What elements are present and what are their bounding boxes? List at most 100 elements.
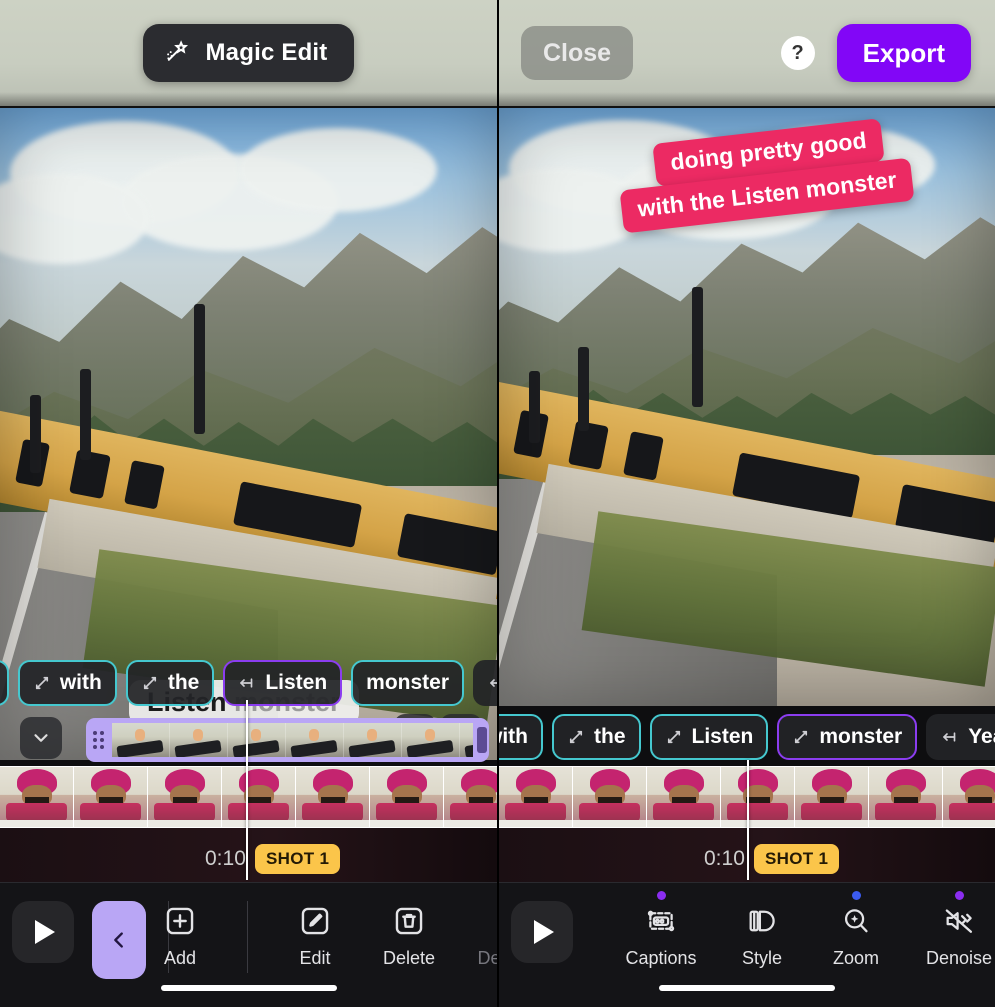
style-palette-icon	[745, 901, 779, 941]
expand-arrows-icon	[33, 674, 51, 692]
word-chip-selected[interactable]: Listen	[223, 660, 343, 706]
play-icon	[35, 920, 55, 944]
return-left-icon	[238, 674, 256, 692]
tool-edit[interactable]: Edit	[272, 901, 358, 969]
home-indicator	[659, 985, 835, 991]
filmstrip-frame	[721, 767, 795, 827]
trim-handle[interactable]	[477, 727, 487, 753]
filmstrip-frame	[0, 767, 74, 827]
tool-delete[interactable]: Delete	[366, 901, 452, 969]
filmstrip-frame	[148, 767, 222, 827]
word-chip[interactable]: d	[0, 660, 9, 706]
word-chip-label: with	[59, 671, 102, 694]
playhead[interactable]	[246, 700, 248, 880]
left-panel: Magic Edit with the Listen monster 0:10 …	[0, 0, 497, 1007]
tool-label: Captions	[625, 948, 697, 968]
right-video-preview[interactable]: doing pretty good with the Listen monste…	[499, 108, 995, 706]
filmstrip-frame	[370, 767, 444, 827]
filmstrip-frame	[296, 767, 370, 827]
tool-style[interactable]: Style	[719, 901, 805, 969]
word-chip-label: Listen	[265, 671, 328, 694]
right-word-chip-row[interactable]: with the Listen monster	[499, 711, 995, 763]
word-chip-label: with	[499, 725, 528, 748]
word-chip[interactable]: with	[17, 660, 117, 706]
play-icon	[534, 920, 554, 944]
tool-denoise[interactable]: Denoise	[907, 891, 995, 969]
shot-badge[interactable]: SHOT 1	[255, 844, 341, 874]
toolbar-divider	[247, 901, 248, 973]
home-indicator	[160, 985, 337, 991]
left-header: Magic Edit	[0, 0, 497, 108]
filmstrip-frame	[943, 767, 995, 827]
tool-label: Edit	[299, 948, 331, 968]
magic-edit-label: Magic Edit	[205, 39, 328, 66]
word-chip-label: monster	[819, 725, 903, 748]
plus-square-icon	[163, 901, 197, 941]
tool-label: Style	[741, 948, 783, 968]
help-label: ?	[791, 41, 804, 64]
tool-label: Denoise	[925, 948, 993, 968]
media-clip-strip[interactable]	[86, 718, 489, 762]
word-chip[interactable]: the	[125, 660, 215, 706]
timecode: 0:10	[704, 847, 745, 870]
magic-wand-icon	[163, 39, 191, 67]
word-chip[interactable]: Yeah,	[926, 714, 995, 760]
word-chip-label: monster	[366, 671, 450, 694]
word-chip-label: Yeah,	[968, 725, 995, 748]
tool-label: Add	[163, 948, 197, 968]
expand-arrows-icon	[567, 728, 585, 746]
tool-captions[interactable]: Captions	[611, 891, 711, 969]
timecode: 0:10	[205, 847, 246, 870]
left-filmstrip[interactable]	[0, 766, 497, 828]
filmstrip-frame	[795, 767, 869, 827]
help-icon[interactable]: ?	[780, 36, 815, 70]
word-chip[interactable]: Listen	[649, 714, 769, 760]
zoom-magnifier-icon	[839, 901, 873, 941]
word-chip-selected[interactable]: monster	[777, 714, 918, 760]
export-button[interactable]: Export	[836, 24, 971, 82]
play-button[interactable]	[12, 901, 74, 963]
tool-zoom[interactable]: Zoom	[813, 891, 899, 969]
word-chip[interactable]: with	[499, 714, 543, 760]
right-panel: Close ? Export doing pretty good with th…	[497, 0, 995, 1007]
tool-label: Delete all	[477, 948, 497, 968]
left-time-row[interactable]: 0:10 SHOT 1	[0, 828, 497, 890]
right-bottom-toolbar: Captions Style Zoom Denoise	[499, 882, 995, 1007]
playhead[interactable]	[747, 760, 749, 880]
tool-label: Zoom	[832, 948, 879, 968]
chevron-left-icon	[108, 929, 130, 951]
trash-square-icon	[392, 901, 426, 941]
tool-delete-all[interactable]: Delete all	[460, 901, 497, 969]
filmstrip-frame	[222, 767, 296, 827]
filmstrip-frame	[74, 767, 148, 827]
word-chip-label: the	[167, 671, 200, 694]
chevron-down-icon[interactable]	[20, 717, 62, 759]
word-chip[interactable]: monster	[351, 660, 465, 706]
close-button[interactable]: Close	[521, 26, 634, 80]
play-button[interactable]	[511, 901, 573, 963]
clip-thumbnails	[112, 723, 473, 757]
pencil-square-icon	[298, 901, 332, 941]
export-button-label: Export	[862, 37, 945, 68]
close-button-label: Close	[543, 38, 612, 67]
status-dot	[954, 891, 964, 900]
word-chip[interactable]: the	[552, 714, 641, 760]
tool-add[interactable]: Add	[137, 901, 223, 969]
word-chip[interactable]: Yeah,	[473, 660, 497, 706]
left-bottom-toolbar: Add Edit Delete Delete all	[0, 882, 497, 1007]
tool-label: Delete	[382, 948, 436, 968]
return-left-icon	[488, 674, 497, 692]
word-chip-label: the	[594, 725, 626, 748]
expand-arrows-icon	[141, 674, 159, 692]
expand-arrows-icon	[665, 728, 683, 746]
filmstrip-frame	[499, 767, 573, 827]
expand-arrows-icon	[792, 728, 810, 746]
closed-caption-icon	[644, 901, 678, 941]
word-chip-label: Listen	[691, 725, 754, 748]
shot-badge[interactable]: SHOT 1	[754, 844, 840, 874]
drag-grip-icon[interactable]	[88, 731, 112, 749]
right-header: Close ? Export	[499, 0, 995, 108]
left-word-chip-row[interactable]: d with the Listen monster	[0, 657, 497, 709]
magic-edit-button[interactable]: Magic Edit	[143, 24, 354, 82]
status-dot	[656, 891, 666, 900]
